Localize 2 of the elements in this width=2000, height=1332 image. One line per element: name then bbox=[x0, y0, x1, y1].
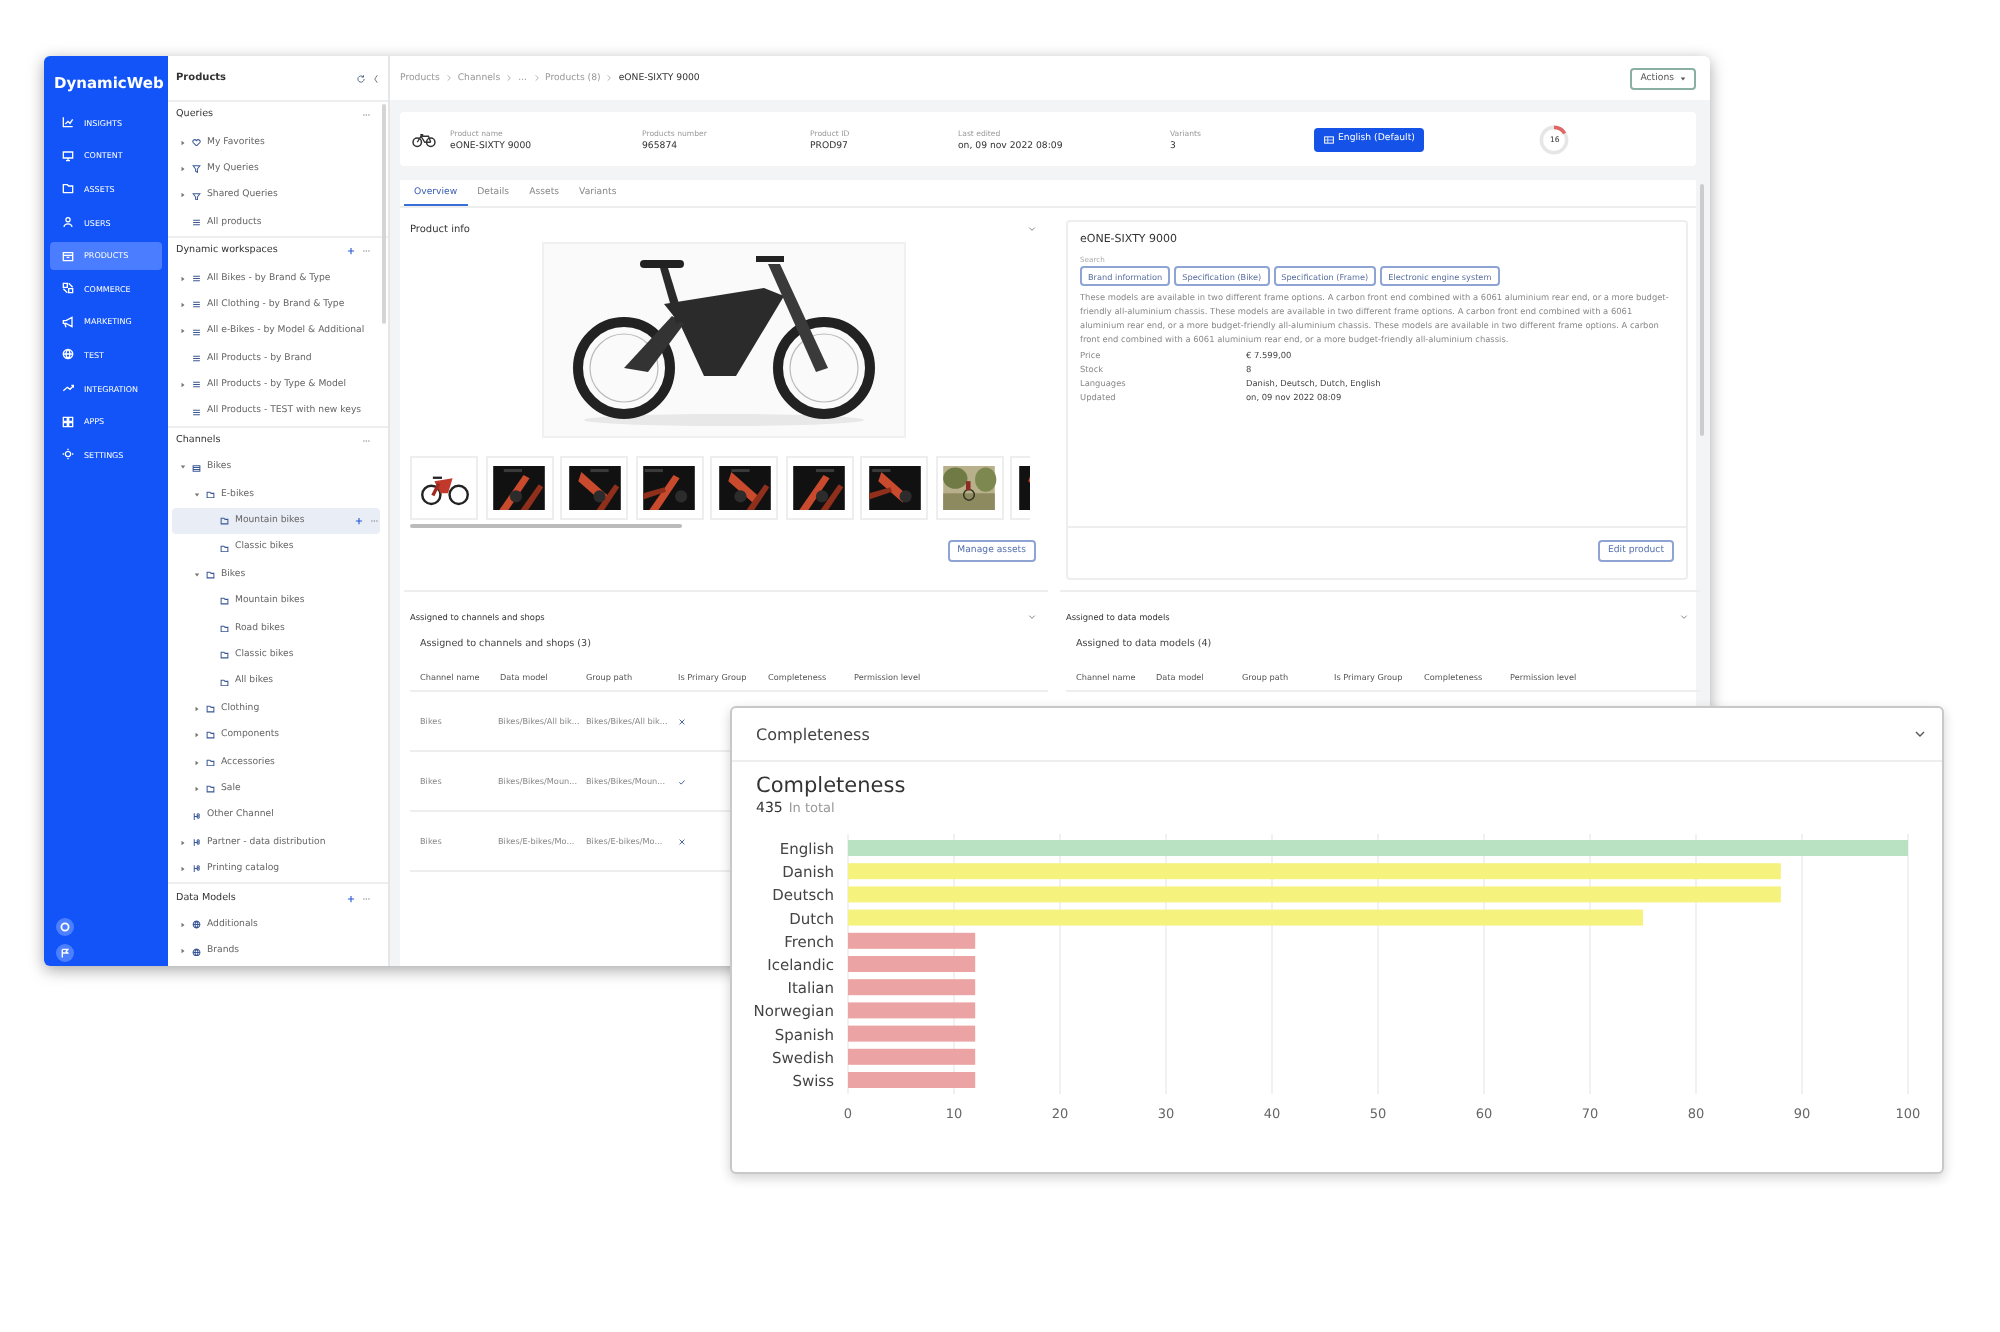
popup-title: Completeness bbox=[756, 725, 870, 743]
chart-heading: Completeness bbox=[754, 772, 908, 798]
